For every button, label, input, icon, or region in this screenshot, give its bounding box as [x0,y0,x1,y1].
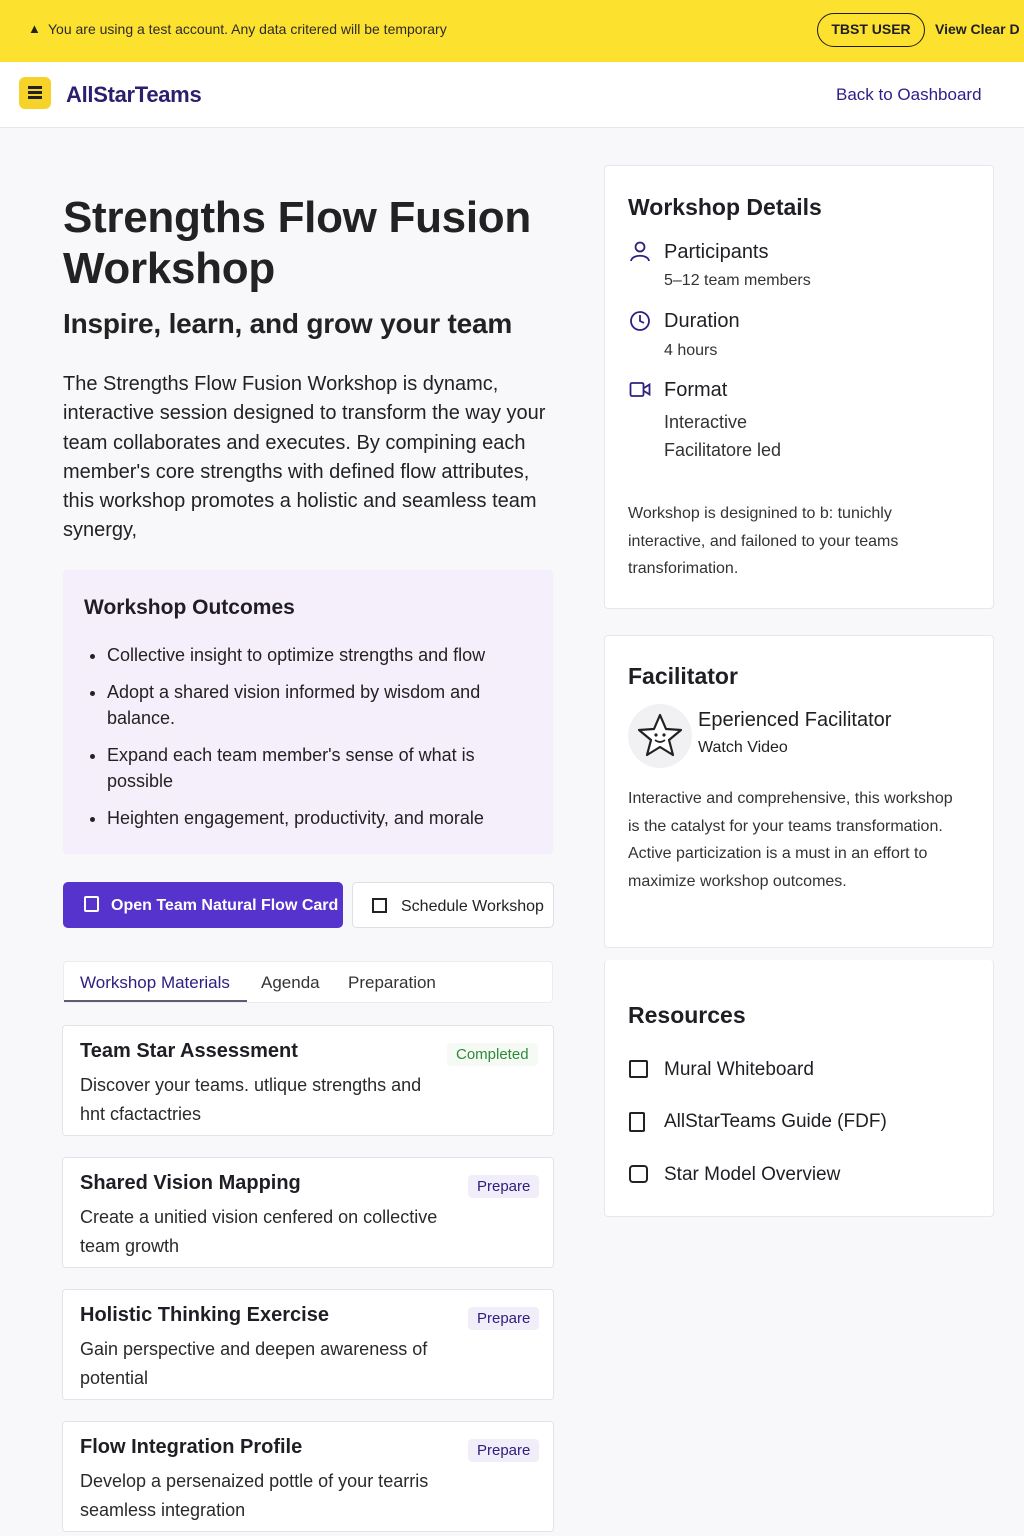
outcome-item: Collective insight to optimize strengths… [107,642,537,668]
outcome-item: Adopt a shared vision informed by wisdom… [107,679,537,731]
page-title: Strengths Flow Fusion Workshop [63,193,531,293]
watch-video-link[interactable]: Watch Video [698,739,788,757]
material-description: Develop a persenaized pottle of your tea… [80,1471,429,1520]
view-clear-data-link[interactable]: View Clear D [935,21,1020,37]
facilitator-description: Interactive and comprehensive, this work… [628,790,953,890]
app-header: AllStarTeams Back to Oashboard [0,62,1024,128]
workshop-description: The Strengths Flow Fusion Workshop is dy… [63,373,546,542]
allstarteams-logo-icon[interactable] [19,77,51,109]
video-format-icon [629,382,651,397]
material-card-holistic-thinking-exercise[interactable]: Holistic Thinking Exercise Gain perspect… [62,1289,554,1400]
duration-value: 4 hours [664,342,718,359]
material-description: Create a unitied vision cenfered on coll… [80,1207,438,1256]
schedule-workshop-label: Schedule Workshop [401,898,544,915]
participants-icon [630,241,650,262]
resource-link-star-model-overview[interactable]: Star Model Overview [664,1164,840,1186]
format-label: Format [664,379,728,401]
resource-link-mural-whiteboard[interactable]: Mural Whiteboard [664,1059,814,1081]
format-value-interactive: Interactive [664,412,748,432]
material-title: Shared Vision Mapping [80,1172,301,1194]
material-title: Flow Integration Profile [80,1436,303,1458]
test-user-button[interactable]: TBST USER [817,13,925,47]
participants-value: 5–12 team members [664,272,811,289]
flow-card-icon [84,896,99,912]
details-note: Workshop is designined to b: tunichly in… [628,505,899,577]
material-description: Gain perspective and deepen awareness of… [80,1339,428,1388]
material-card-team-star-assessment[interactable]: Team Star Assessment Discover your teams… [62,1025,554,1136]
facilitator-avatar [628,704,692,768]
schedule-workshop-button[interactable]: Schedule Workshop [352,882,554,928]
resource-link-allstarteams-guide[interactable]: AllStarTeams Guide (FDF) [664,1111,887,1133]
tab-preparation[interactable]: Preparation [348,973,436,993]
details-heading: Workshop Details [628,194,822,220]
active-tab-indicator [64,1000,247,1002]
prepare-button[interactable]: Prepare [468,1175,540,1198]
resources-heading: Resources [628,1002,746,1028]
test-account-banner: ▲ You are using a test account. Any data… [0,0,1024,62]
facilitator-panel: Facilitator Eperienced Facilitator Watch… [604,635,994,948]
prepare-button[interactable]: Prepare [468,1307,540,1330]
materials-tabs: Workshop Materials Agenda Preparation [63,961,553,1003]
page-subtitle: Inspire, learn, and grow your team [63,308,513,339]
workshop-outcomes-panel: Workshop Outcomes Collective insight to … [63,570,553,854]
prepare-button[interactable]: Prepare [468,1439,540,1462]
format-value-facilitator-led: Facilitatore led [664,440,782,460]
material-card-flow-integration-profile[interactable]: Flow Integration Profile Develop a perse… [62,1421,554,1532]
material-title: Team Star Assessment [80,1040,298,1062]
outcome-item: Heighten engagement, productivity, and m… [107,805,537,831]
brand-name[interactable]: AllStarTeams [66,82,202,108]
back-to-dashboard-link[interactable]: Back to Oashboard [836,85,982,105]
open-team-natural-flow-card-button[interactable]: Open Team Natural Flow Card [63,882,343,928]
resources-panel: Resources Mural Whiteboard AllStarTeams … [604,960,994,1217]
material-title: Holistic Thinking Exercise [80,1304,329,1326]
calendar-icon [372,898,387,913]
status-badge-completed: Completed [447,1043,538,1066]
star-mascot-icon [637,713,683,757]
participants-label: Participants [664,241,769,263]
material-description: Discover your teams. utlique strengths a… [80,1075,422,1124]
material-card-shared-vision-mapping[interactable]: Shared Vision Mapping Create a unitied v… [62,1157,554,1268]
outcome-item: Expand each team member's sense of what … [107,742,537,794]
open-flow-card-label: Open Team Natural Flow Card [111,897,339,914]
tab-agenda[interactable]: Agenda [261,973,320,993]
facilitator-name: Eperienced Facilitator [698,709,892,731]
workshop-details-panel: Workshop Details Participants 5–12 team … [604,165,994,609]
outcomes-heading: Workshop Outcomes [84,596,295,619]
outcomes-list: Collective insight to optimize strengths… [107,642,537,842]
clock-icon [630,311,650,331]
whiteboard-icon [629,1060,648,1078]
tab-workshop-materials[interactable]: Workshop Materials [80,973,230,993]
overview-icon [629,1165,648,1183]
warning-icon: ▲ [28,21,41,36]
duration-label: Duration [664,310,740,332]
banner-message: You are using a test account. Any data c… [48,21,447,37]
facilitator-heading: Facilitator [628,663,738,689]
document-icon [629,1112,645,1132]
